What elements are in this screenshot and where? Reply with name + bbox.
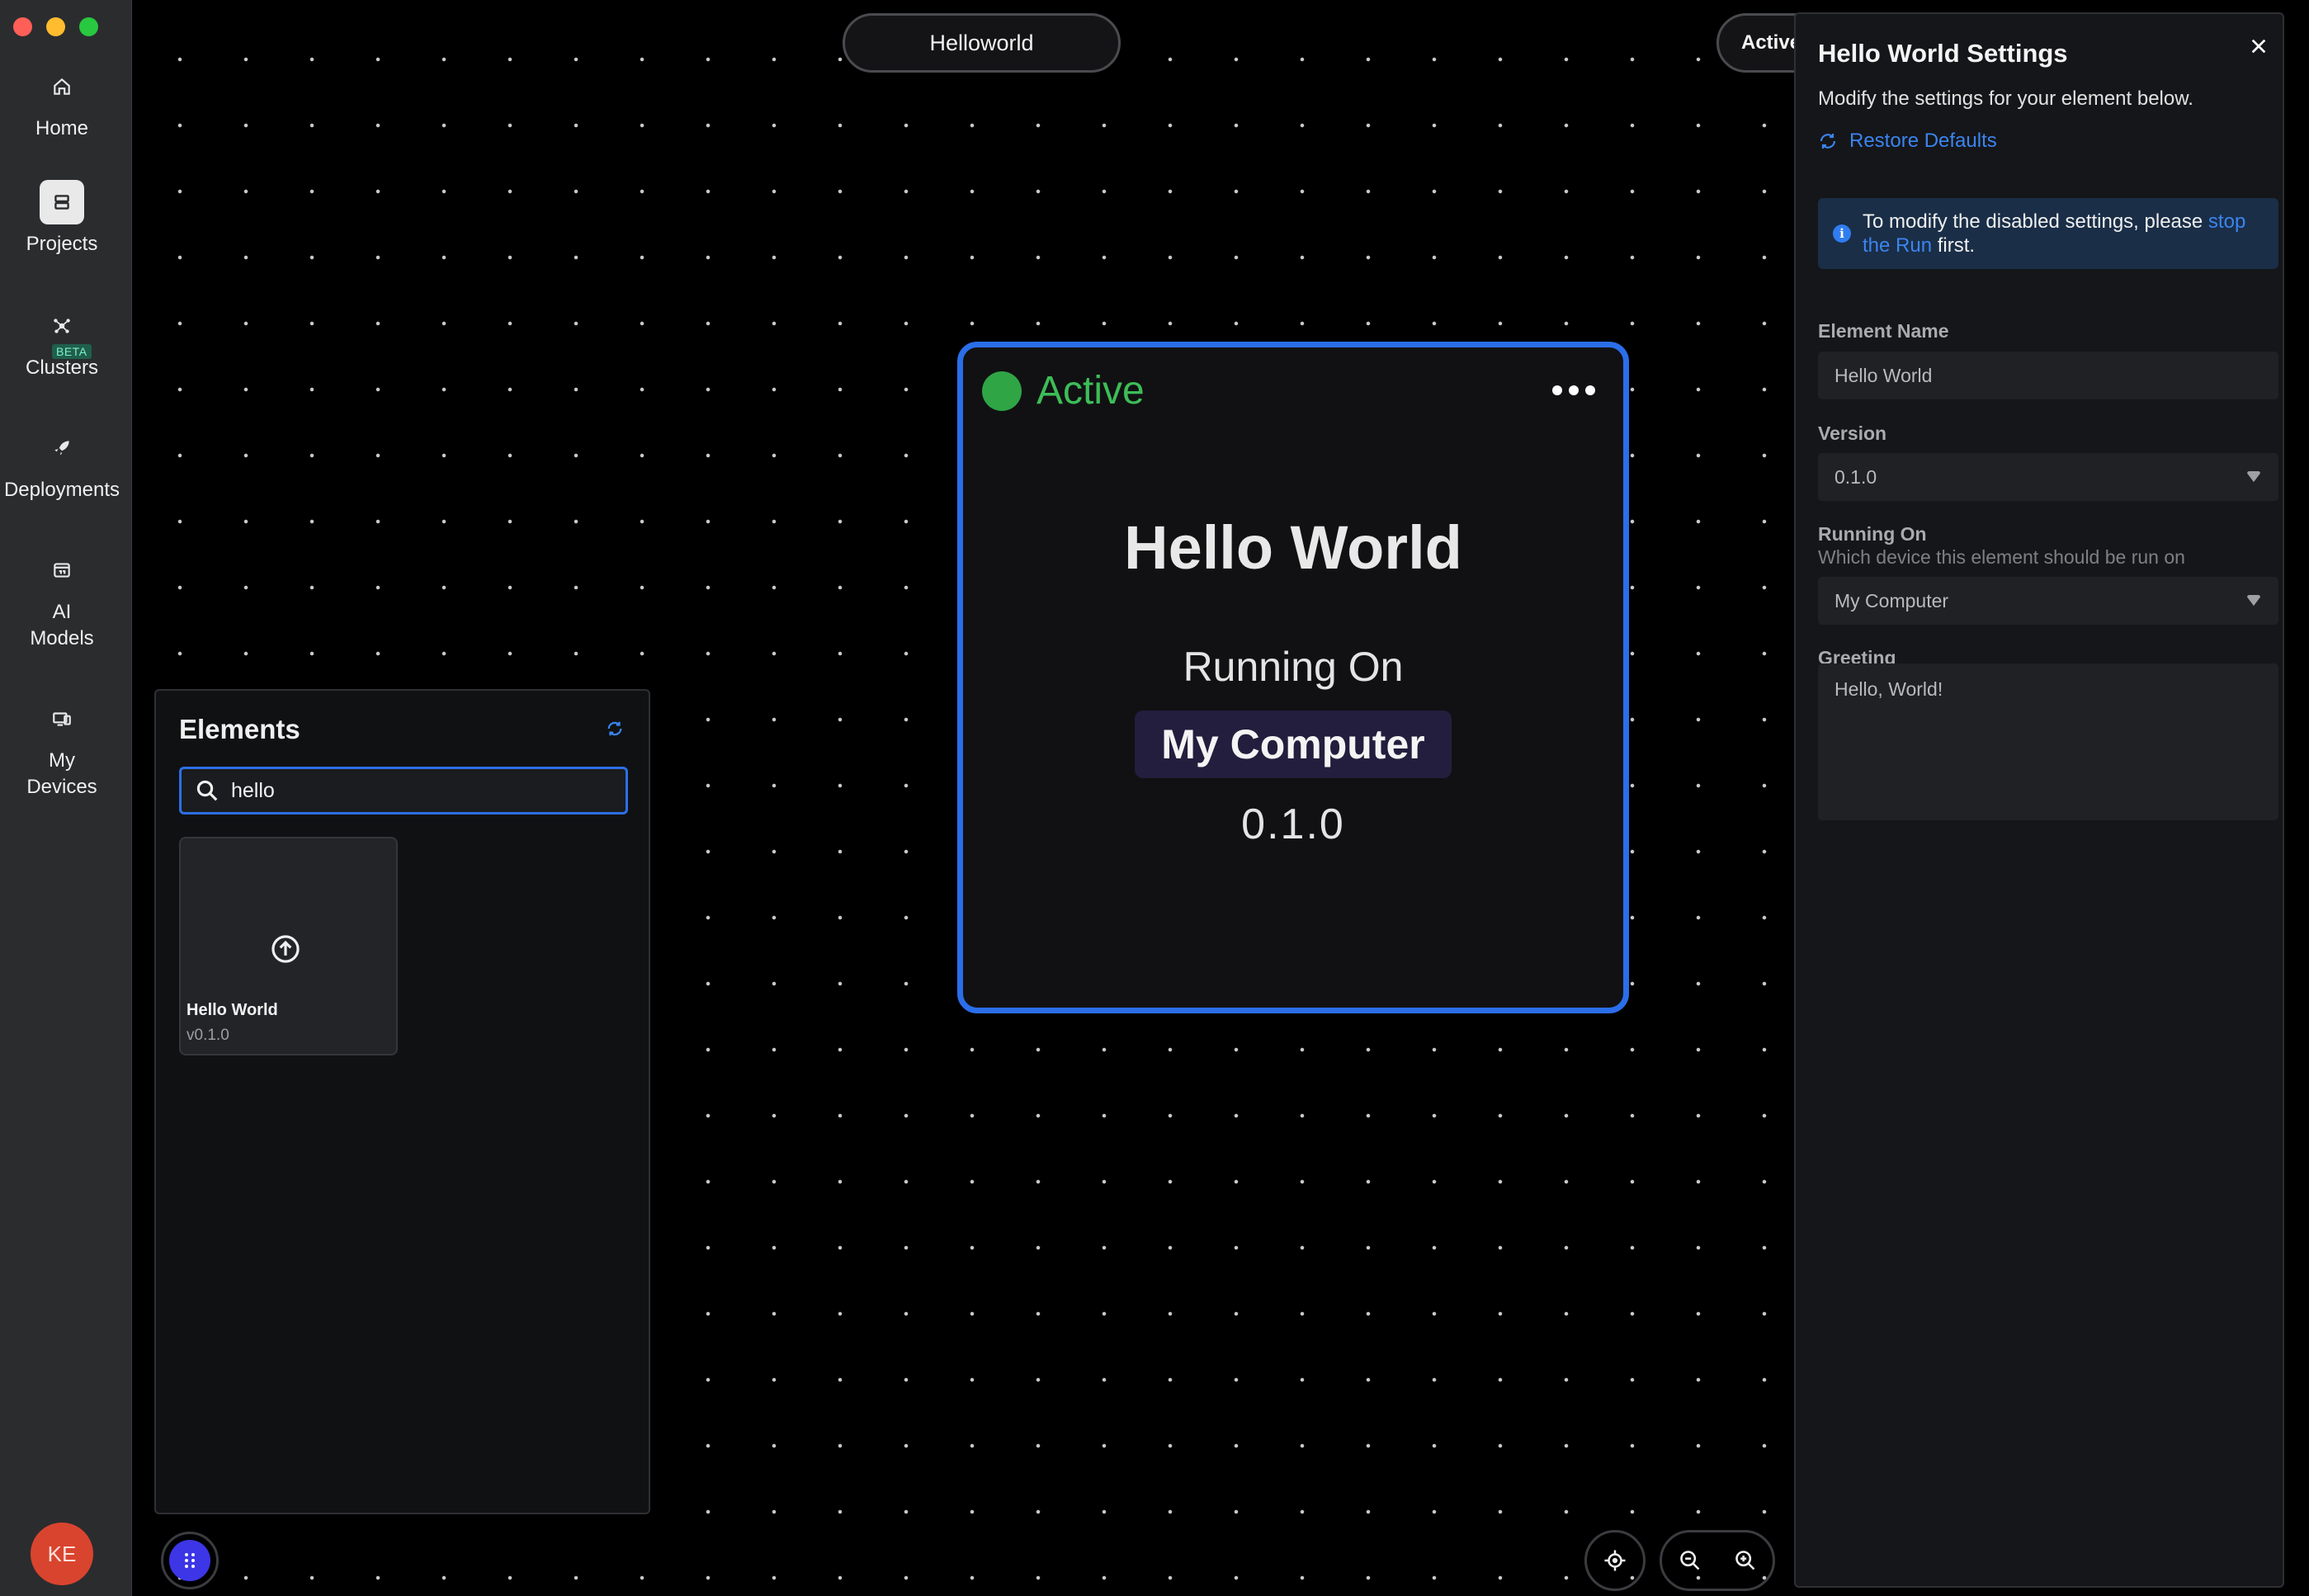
elements-drawer-button[interactable] bbox=[161, 1532, 219, 1589]
element-title: Hello World bbox=[1124, 513, 1462, 582]
elements-panel-title: Elements bbox=[179, 714, 300, 744]
info-icon: i bbox=[1833, 224, 1851, 243]
version-label: Version bbox=[1818, 423, 1887, 444]
sidebar: Home Projects Clusters BETA Deployments … bbox=[0, 0, 132, 1596]
sidebar-item-label-line-1: AI bbox=[52, 601, 72, 623]
run-status-label: Active bbox=[1741, 31, 1801, 54]
running-on-value: My Computer bbox=[1834, 589, 1949, 611]
ai-models-icon bbox=[40, 548, 84, 593]
element-name-field[interactable]: Hello World bbox=[1818, 352, 2278, 399]
search-icon bbox=[196, 780, 218, 801]
running-on-label: Running On bbox=[1183, 644, 1404, 690]
more-options-button[interactable] bbox=[1552, 385, 1595, 395]
close-window-button[interactable] bbox=[13, 17, 32, 36]
restore-icon bbox=[1820, 134, 1836, 149]
info-banner-text: To modify the disabled settings, please … bbox=[1863, 210, 2267, 257]
element-tile-name: Hello World bbox=[187, 1001, 278, 1019]
sidebar-item-label: Deployments bbox=[3, 479, 120, 501]
info-text-after: first. bbox=[1932, 234, 1976, 257]
sidebar-item-label-line-2: Models bbox=[30, 627, 94, 649]
sidebar-item-label-line-1: My bbox=[49, 749, 75, 772]
recenter-button[interactable] bbox=[1603, 1548, 1627, 1573]
restore-defaults-button[interactable]: Restore Defaults bbox=[1818, 130, 1997, 153]
user-avatar[interactable]: KE bbox=[31, 1523, 93, 1585]
more-icon bbox=[1585, 385, 1595, 395]
elements-panel: Elements Hello World v0.1.0 bbox=[154, 689, 650, 1514]
zoom-in-button[interactable] bbox=[1734, 1549, 1757, 1572]
zoom-out-button[interactable] bbox=[1679, 1549, 1702, 1572]
clusters-icon bbox=[40, 304, 84, 348]
running-on-field-label: Running On bbox=[1818, 523, 1927, 545]
zoom-in-icon bbox=[1735, 1551, 1754, 1570]
element-status: Active bbox=[982, 368, 1145, 413]
chevron-down-icon bbox=[2247, 471, 2260, 483]
home-icon bbox=[40, 64, 84, 109]
sidebar-item-my-devices[interactable]: My Devices bbox=[0, 696, 124, 800]
zoom-out-icon bbox=[1679, 1551, 1699, 1570]
sidebar-item-label-line-2: Devices bbox=[26, 776, 97, 798]
close-settings-button[interactable] bbox=[2250, 37, 2268, 59]
zoom-controls bbox=[1660, 1530, 1775, 1591]
element-name-label: Element Name bbox=[1818, 320, 1949, 342]
info-text-before: To modify the disabled settings, please bbox=[1863, 210, 2208, 233]
sidebar-item-label: Projects bbox=[26, 233, 98, 255]
greeting-textarea[interactable]: Hello, World! bbox=[1818, 663, 2278, 820]
sidebar-item-home[interactable]: Home bbox=[0, 64, 124, 142]
element-card[interactable]: Active Hello World Running On My Compute… bbox=[957, 342, 1629, 1013]
more-icon bbox=[1569, 385, 1579, 395]
device-badge: My Computer bbox=[1135, 711, 1452, 778]
more-icon bbox=[1552, 385, 1562, 395]
status-dot bbox=[982, 371, 1022, 411]
beta-badge: BETA bbox=[52, 344, 92, 359]
running-on-select[interactable]: My Computer bbox=[1818, 577, 2278, 625]
settings-panel: Hello World Settings Modify the settings… bbox=[1794, 12, 2284, 1588]
info-banner: i To modify the disabled settings, pleas… bbox=[1818, 198, 2278, 269]
restore-defaults-label: Restore Defaults bbox=[1849, 130, 1997, 152]
rocket-icon bbox=[40, 426, 84, 470]
window-controls bbox=[13, 17, 98, 36]
recenter-control bbox=[1584, 1530, 1646, 1591]
projects-icon bbox=[40, 180, 84, 224]
element-status-label: Active bbox=[1036, 369, 1145, 413]
element-tile-version: v0.1.0 bbox=[187, 1027, 229, 1044]
sidebar-item-projects[interactable]: Projects bbox=[0, 180, 124, 257]
element-version: 0.1.0 bbox=[1241, 800, 1345, 848]
sidebar-item-label: Home bbox=[35, 117, 89, 139]
element-name-value: Hello World bbox=[1834, 364, 1933, 386]
running-on-help-text: Which device this element should be run … bbox=[1818, 546, 2185, 568]
settings-title: Hello World Settings bbox=[1818, 39, 2068, 68]
version-select[interactable]: 0.1.0 bbox=[1818, 453, 2278, 501]
zoom-window-button[interactable] bbox=[79, 17, 98, 36]
close-icon bbox=[2251, 39, 2266, 54]
version-value: 0.1.0 bbox=[1834, 465, 1877, 488]
elements-search[interactable] bbox=[179, 767, 628, 815]
settings-subtitle: Modify the settings for your element bel… bbox=[1818, 87, 2193, 110]
workflow-canvas[interactable]: Helloworld Active Active Hello World Run… bbox=[133, 0, 1895, 1596]
sidebar-item-deployments[interactable]: Deployments bbox=[0, 426, 124, 503]
crosshair-icon bbox=[1604, 1550, 1626, 1571]
refresh-icon[interactable] bbox=[606, 720, 624, 742]
upload-icon bbox=[270, 933, 301, 969]
search-input[interactable] bbox=[231, 778, 594, 803]
grid-dots-icon bbox=[185, 1553, 195, 1568]
sidebar-item-clusters[interactable]: Clusters bbox=[0, 304, 124, 381]
minimize-window-button[interactable] bbox=[46, 17, 65, 36]
element-tile-hello-world[interactable]: Hello World v0.1.0 bbox=[179, 837, 398, 1055]
project-name-pill[interactable]: Helloworld bbox=[843, 13, 1121, 73]
chevron-down-icon bbox=[2247, 595, 2260, 607]
sidebar-item-ai-models[interactable]: AI Models bbox=[0, 548, 124, 652]
devices-icon bbox=[40, 696, 84, 741]
